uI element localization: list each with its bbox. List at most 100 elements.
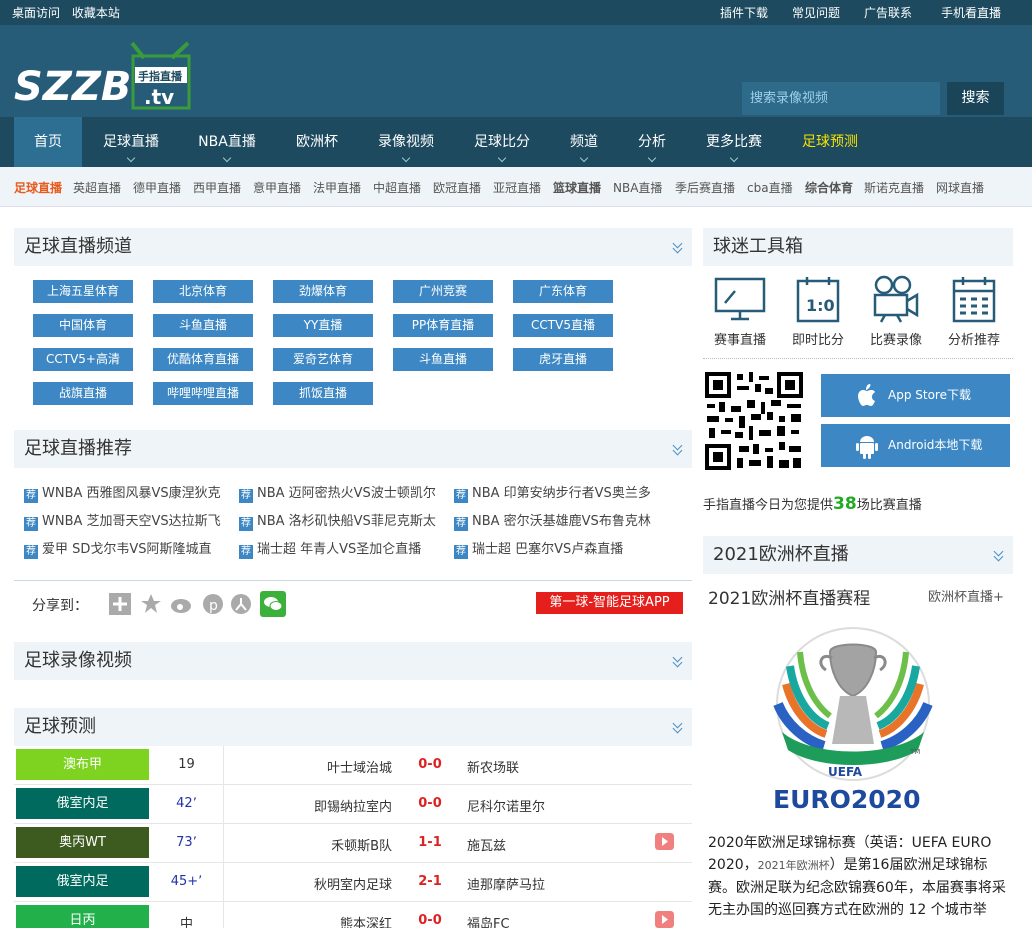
subnav-item[interactable]: 西甲直播: [193, 179, 241, 196]
channel-button[interactable]: 斗鱼直播: [393, 348, 493, 371]
wechat-icon[interactable]: [260, 591, 286, 617]
mobile-live-link[interactable]: 手机看直播: [941, 4, 1001, 21]
chevron-down-icon: [579, 153, 589, 163]
video-play-icon[interactable]: [655, 833, 674, 850]
double-chevron-icon[interactable]: [672, 652, 684, 668]
channel-button[interactable]: 哔哩哔哩直播: [153, 382, 253, 405]
subnav-item[interactable]: 综合体育: [805, 179, 853, 196]
nav-nba-live[interactable]: NBA直播: [186, 117, 268, 167]
tool-analysis[interactable]: 分析推荐: [941, 275, 1007, 348]
recommend-item[interactable]: 荐 NBA 洛杉矶快船VS菲尼克斯太: [239, 510, 436, 531]
recommend-item[interactable]: 荐 NBA 印第安纳步行者VS奥兰多: [454, 482, 651, 503]
tool-live[interactable]: 赛事直播: [707, 275, 773, 348]
today-count: 38: [833, 494, 857, 514]
recommend-item[interactable]: 荐瑞士超 年青人VS圣加仑直播: [239, 538, 421, 559]
double-chevron-icon[interactable]: [672, 238, 684, 254]
subnav-item[interactable]: 法甲直播: [313, 179, 361, 196]
subnav-item[interactable]: 网球直播: [936, 179, 984, 196]
channel-button[interactable]: 上海五星体育: [33, 280, 133, 303]
table-row[interactable]: 俄室内足 42ʼ 即锡纳拉室内 0-0 尼科尔诺里尔: [14, 785, 692, 824]
subnav-item[interactable]: 篮球直播: [553, 179, 601, 196]
tool-replay[interactable]: 比赛录像: [863, 275, 929, 348]
svg-text:EURO2020: EURO2020: [773, 785, 920, 814]
svg-text:TM: TM: [909, 748, 920, 756]
subnav-item[interactable]: 英超直播: [73, 179, 121, 196]
renren-icon[interactable]: [230, 593, 252, 615]
table-row[interactable]: 俄室内足 45+ʼ 秋明室内足球 2-1 迪那摩萨马拉: [14, 863, 692, 902]
svg-text:UEFA: UEFA: [828, 765, 863, 779]
recommend-item[interactable]: 荐爱甲 SD戈尔韦VS阿斯隆城直: [24, 538, 212, 559]
channel-button[interactable]: 斗鱼直播: [153, 314, 253, 337]
channel-button[interactable]: 优酷体育直播: [153, 348, 253, 371]
nav-home[interactable]: 首页: [14, 117, 82, 167]
subnav-item[interactable]: 斯诺克直播: [864, 179, 924, 196]
channel-button[interactable]: 中国体育: [33, 314, 133, 337]
subnav-item[interactable]: 意甲直播: [253, 179, 301, 196]
subnav-item[interactable]: 季后赛直播: [675, 179, 735, 196]
euro-header: 2021欧洲杯直播: [703, 536, 1013, 574]
subnav-item[interactable]: 中超直播: [373, 179, 421, 196]
nav-label: 分析: [638, 134, 666, 150]
channel-button[interactable]: 抓饭直播: [273, 382, 373, 405]
channel-button[interactable]: 广州竞赛: [393, 280, 493, 303]
recommend-item[interactable]: 荐瑞士超 巴塞尔VS卢森直播: [454, 538, 623, 559]
nav-analysis[interactable]: 分析: [626, 117, 678, 167]
search-input[interactable]: 搜索录像视频: [742, 82, 940, 115]
favorite-link[interactable]: 收藏本站: [72, 6, 120, 20]
android-download-button[interactable]: Android本地下载: [821, 424, 1010, 467]
recommend-item[interactable]: 荐 WNBA 西雅图风暴VS康涅狄克: [24, 482, 221, 503]
nav-euro-cup[interactable]: 欧洲杯: [284, 117, 350, 167]
nav-more-matches[interactable]: 更多比赛: [694, 117, 774, 167]
channel-button[interactable]: 虎牙直播: [513, 348, 613, 371]
table-row[interactable]: 奥丙WT 73ʼ 禾顿斯B队 1-1 施瓦兹: [14, 824, 692, 863]
pinterest-icon[interactable]: p: [202, 593, 224, 615]
faq-link[interactable]: 常见问题: [792, 4, 840, 21]
nav-replay-videos[interactable]: 录像视频: [366, 117, 446, 167]
subnav-item[interactable]: 欧冠直播: [433, 179, 481, 196]
subnav-item[interactable]: 足球直播: [14, 179, 62, 196]
match-score: 0-0: [418, 796, 442, 811]
app-store-button[interactable]: App Store下载: [821, 374, 1010, 417]
double-chevron-icon[interactable]: [993, 546, 1005, 562]
channel-button[interactable]: YY直播: [273, 314, 373, 337]
search-button[interactable]: 搜索: [947, 82, 1004, 115]
channel-button[interactable]: 战旗直播: [33, 382, 133, 405]
ad-contact-link[interactable]: 广告联系: [864, 4, 912, 21]
nav-football-score[interactable]: 足球比分: [462, 117, 542, 167]
channel-button[interactable]: CCTV5直播: [513, 314, 613, 337]
recommend-item[interactable]: 荐 WNBA 芝加哥天空VS达拉斯飞: [24, 510, 221, 531]
channel-button[interactable]: 北京体育: [153, 280, 253, 303]
euro-more-link[interactable]: 欧洲杯直播+: [928, 586, 1004, 605]
tool-score[interactable]: 1:0 即时比分: [785, 275, 851, 348]
double-chevron-icon[interactable]: [672, 718, 684, 734]
app-promo-button[interactable]: 第一球-智能足球APP: [536, 592, 683, 614]
channel-button[interactable]: 广东体育: [513, 280, 613, 303]
plugin-download-link[interactable]: 插件下载: [720, 4, 768, 21]
recommend-item[interactable]: 荐 NBA 密尔沃基雄鹿VS布鲁克林: [454, 510, 651, 531]
star-share-icon[interactable]: [140, 593, 162, 615]
channel-button[interactable]: 劲爆体育: [273, 280, 373, 303]
channel-button[interactable]: 爱奇艺体育: [273, 348, 373, 371]
channel-button[interactable]: PP体育直播: [393, 314, 493, 337]
recommend-item[interactable]: 荐 NBA 迈阿密热火VS波士顿凯尔: [239, 482, 436, 503]
plus-share-icon[interactable]: [109, 593, 131, 615]
channel-button[interactable]: CCTV5+高清: [33, 348, 133, 371]
subnav-item[interactable]: cba直播: [747, 179, 793, 196]
league-badge: 俄室内足: [16, 866, 149, 897]
weibo-icon[interactable]: [170, 593, 194, 615]
subnav-item[interactable]: NBA直播: [613, 179, 662, 196]
nav-channels[interactable]: 频道: [558, 117, 610, 167]
nav-football-prediction[interactable]: 足球预测: [790, 117, 870, 167]
double-chevron-icon[interactable]: [672, 440, 684, 456]
table-row[interactable]: 日丙 中 熊本深红 0-0 福岛FC: [14, 902, 692, 928]
svg-text:1:0: 1:0: [806, 296, 835, 315]
video-play-icon[interactable]: [655, 911, 674, 928]
table-row[interactable]: 澳布甲 19 叶士域治城 0-0 新农场联: [14, 746, 692, 785]
subnav-item[interactable]: 德甲直播: [133, 179, 181, 196]
site-logo[interactable]: SZZB 手指直播 .tv: [12, 38, 192, 118]
desktop-access-link[interactable]: 桌面访问: [12, 6, 60, 20]
tool-label: 分析推荐: [947, 333, 1000, 348]
euro-desc-link[interactable]: 2021年欧洲杯: [758, 859, 830, 872]
nav-football-live[interactable]: 足球直播: [90, 117, 172, 167]
subnav-item[interactable]: 亚冠直播: [493, 179, 541, 196]
